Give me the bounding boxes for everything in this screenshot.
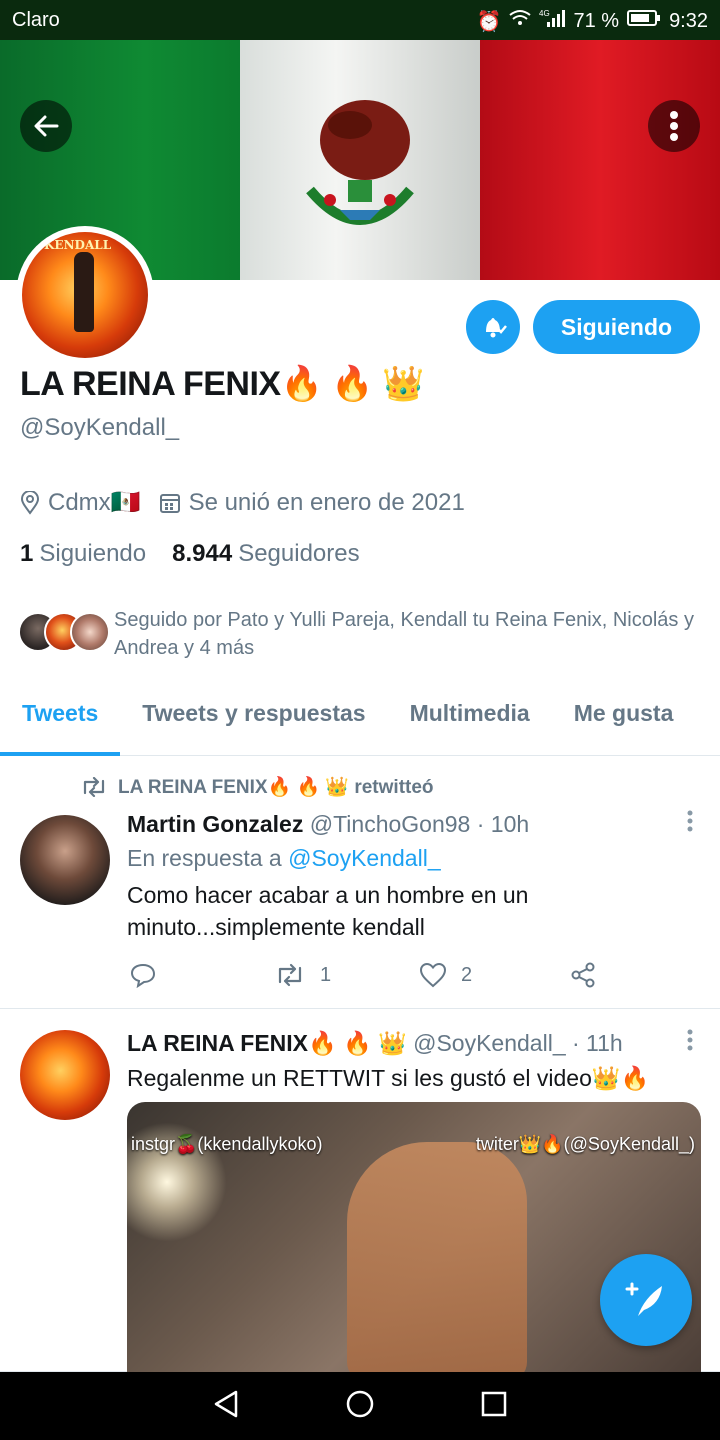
status-bar: Claro ⏰ 4G 71 % 9:32 <box>0 0 720 40</box>
share-icon <box>571 962 595 988</box>
compose-tweet-button[interactable] <box>600 1254 692 1346</box>
tweet-time: · 11h <box>572 1030 623 1056</box>
location-text: Cdmx🇲🇽 <box>48 489 141 516</box>
clock: 9:32 <box>669 9 708 32</box>
eagle-emblem-icon <box>306 100 414 225</box>
profile-name: LA REINA FENIX🔥 🔥 👑 <box>20 365 425 403</box>
back-arrow-icon <box>34 115 59 137</box>
mutual-avatar <box>70 612 110 652</box>
reply-button[interactable] <box>130 962 274 988</box>
battery-percent: 71 % <box>573 9 620 32</box>
wifi-icon <box>509 9 532 33</box>
media-caption-left: instgr🍒(kkendallykoko) <box>131 1134 323 1154</box>
followers-link[interactable]: 8.944 Seguidores <box>172 540 359 568</box>
following-label: Siguiendo <box>39 540 147 567</box>
tweet[interactable]: LA REINA FENIX🔥 🔥 👑 retwitteó Martin Gon… <box>0 757 720 1009</box>
nav-back-button[interactable] <box>212 1389 240 1424</box>
flag-white-stripe <box>240 40 480 280</box>
profile-handle: @SoyKendall_ <box>20 414 180 441</box>
retweet-count: 1 <box>320 963 332 986</box>
svg-text:4G: 4G <box>539 9 550 18</box>
tab-tweets-replies[interactable]: Tweets y respuestas <box>120 690 387 755</box>
battery-icon <box>627 9 661 33</box>
followed-by[interactable]: Seguido por Pato y Yulli Pareja, Kendall… <box>18 606 708 662</box>
like-count: 2 <box>461 963 473 986</box>
more-options-button[interactable] <box>648 100 700 152</box>
tweet-more-button[interactable] <box>686 809 694 840</box>
following-link[interactable]: 1 Siguiendo <box>20 540 146 568</box>
following-count: 1 <box>20 540 34 567</box>
tweet-author-handle: @SoyKendall_ <box>413 1030 566 1056</box>
joined-text: Se unió en enero de 2021 <box>188 488 465 516</box>
retweet-context: LA REINA FENIX🔥 🔥 👑 retwitteó <box>80 775 434 799</box>
reply-icon <box>130 963 156 988</box>
back-button[interactable] <box>20 100 72 152</box>
tweet-more-button[interactable] <box>686 1028 694 1059</box>
profile-avatar[interactable]: KENDALL <box>16 226 154 364</box>
tweet-author-avatar[interactable] <box>20 1030 110 1120</box>
profile-tabs: Tweets Tweets y respuestas Multimedia Me… <box>0 690 720 756</box>
media-subject <box>347 1142 527 1382</box>
nav-home-button[interactable] <box>345 1389 375 1424</box>
circle-home-icon <box>346 1390 374 1417</box>
square-recents-icon <box>481 1391 506 1416</box>
profile-meta: Cdmx🇲🇽 Se unió en enero de 2021 <box>20 488 483 517</box>
following-button[interactable]: Siguiendo <box>533 300 700 354</box>
nav-recents-button[interactable] <box>480 1390 508 1423</box>
mutual-avatars <box>18 612 110 656</box>
location-pin-icon <box>20 490 40 515</box>
bell-check-icon <box>486 318 507 338</box>
tweet-header: Martin Gonzalez @TinchoGon98 · 10h <box>127 811 529 838</box>
more-vertical-icon <box>687 810 693 832</box>
calendar-icon <box>159 493 180 513</box>
joined-item: Se unió en enero de 2021 <box>159 489 465 517</box>
followers-count: 8.944 <box>172 540 233 567</box>
triangle-back-icon <box>215 1390 238 1417</box>
avatar-figure <box>74 252 94 332</box>
tweet-header: LA REINA FENIX🔥 🔥 👑 @SoyKendall_ · 11h <box>127 1030 623 1057</box>
tweet-author-handle: @TinchoGon98 <box>309 811 471 837</box>
tweet-author-name: Martin Gonzalez <box>127 811 304 837</box>
signal-icon: 4G <box>539 8 566 34</box>
retweet-button[interactable]: 1 <box>274 963 419 987</box>
tab-media[interactable]: Multimedia <box>388 690 552 755</box>
status-icons: ⏰ 4G 71 % 9:32 <box>477 8 708 34</box>
flag-red-stripe <box>480 40 720 280</box>
tweet-actions: 1 2 <box>130 961 610 989</box>
tweet-text: Regalenme un RETTWIT si les gustó el vid… <box>127 1065 650 1091</box>
system-nav-bar <box>0 1372 720 1440</box>
avatar-image: KENDALL <box>22 232 148 358</box>
more-vertical-icon <box>687 1029 693 1051</box>
share-button[interactable] <box>569 961 597 989</box>
like-button[interactable]: 2 <box>419 962 569 988</box>
retweeted-by-text: LA REINA FENIX🔥 🔥 👑 retwitteó <box>118 777 434 798</box>
reply-mention-link[interactable]: @SoyKendall_ <box>288 845 441 871</box>
carrier-label: Claro <box>12 9 60 31</box>
tweet-author-name: LA REINA FENIX🔥 🔥 👑 <box>127 1030 407 1056</box>
followed-by-text: Seguido por Pato y Yulli Pareja, Kendall… <box>114 609 694 659</box>
tab-tweets[interactable]: Tweets <box>0 690 121 756</box>
heart-icon <box>419 962 447 988</box>
media-caption-right: twiter👑🔥(@SoyKendall_) <box>475 1134 695 1154</box>
tab-likes[interactable]: Me gusta <box>552 690 696 755</box>
reply-prefix: En respuesta a <box>127 845 282 871</box>
alarm-icon: ⏰ <box>476 10 502 33</box>
followers-label: Seguidores <box>238 540 360 567</box>
compose-feather-icon <box>625 1282 662 1316</box>
retweet-icon <box>83 777 105 797</box>
tweet-author-avatar[interactable] <box>20 815 110 905</box>
retweet-icon <box>278 963 302 987</box>
tweet-time: · 10h <box>476 811 530 837</box>
location-item: Cdmx🇲🇽 <box>20 488 141 517</box>
follow-counts: 1 Siguiendo 8.944 Seguidores <box>20 540 360 568</box>
tweet-text: Como hacer acabar a un hombre en un minu… <box>127 882 529 940</box>
tweet-video[interactable]: instgr🍒(kkendallykoko) twiter👑🔥(@SoyKend… <box>127 1102 701 1382</box>
reply-context: En respuesta a @SoyKendall_ <box>127 845 441 872</box>
avatar-title-text: KENDALL <box>44 238 112 252</box>
more-vertical-icon <box>670 111 678 141</box>
notifications-bell-button[interactable] <box>466 300 520 354</box>
